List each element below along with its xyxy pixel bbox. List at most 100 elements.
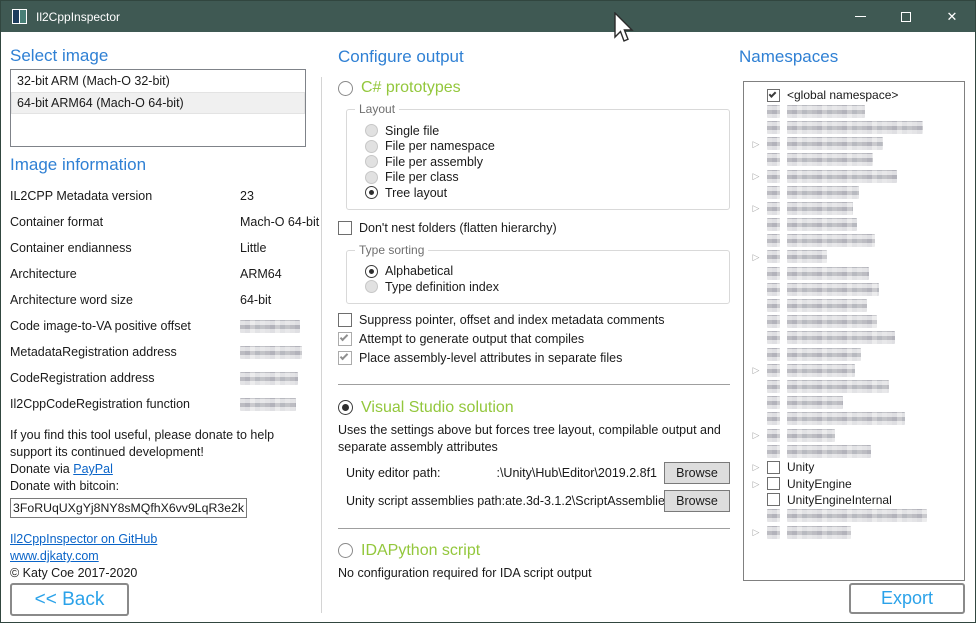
namespace-row-redacted[interactable]: ▷ xyxy=(744,443,964,459)
visual-studio-radio[interactable]: Visual Studio solution xyxy=(338,397,730,419)
redacted-value xyxy=(240,320,300,333)
radio-icon xyxy=(365,265,378,278)
radio-icon xyxy=(365,140,378,153)
copyright-text: © Katy Coe 2017-2020 xyxy=(10,565,306,582)
namespace-row-redacted[interactable]: ▷ xyxy=(744,362,964,378)
namespace-row-redacted[interactable]: ▷ xyxy=(744,265,964,281)
close-icon: ✕ xyxy=(947,9,958,25)
checkbox-icon xyxy=(767,461,780,474)
namespace-row-redacted[interactable]: ▷ xyxy=(744,119,964,135)
expander-icon[interactable]: ▷ xyxy=(750,526,762,538)
unity-script-browse-button[interactable]: Browse xyxy=(664,490,730,512)
radio-option[interactable]: Tree layout xyxy=(365,185,719,201)
idapython-radio[interactable]: IDAPython script xyxy=(338,540,730,562)
expander-icon[interactable]: ▷ xyxy=(750,138,762,150)
namespace-row-redacted[interactable]: ▷ xyxy=(744,217,964,233)
redacted-checkbox xyxy=(767,186,780,199)
namespace-row-redacted[interactable]: ▷ xyxy=(744,346,964,362)
paypal-link[interactable]: PayPal xyxy=(73,462,113,476)
namespace-row-redacted[interactable]: ▷ xyxy=(744,524,964,540)
visual-studio-label: Visual Studio solution xyxy=(361,399,514,417)
namespace-row-redacted[interactable]: ▷ xyxy=(744,233,964,249)
donate-via-line: Donate via PayPal xyxy=(10,461,306,478)
redacted-namespace-label xyxy=(787,348,861,361)
namespace-row[interactable]: ▷UnityEngineInternal xyxy=(744,492,964,508)
unity-editor-browse-button[interactable]: Browse xyxy=(664,462,730,484)
namespace-row-redacted[interactable]: ▷ xyxy=(744,249,964,265)
radio-option-label: File per class xyxy=(385,170,459,184)
output-option-checkbox[interactable]: Attempt to generate output that compiles xyxy=(338,330,730,349)
radio-icon xyxy=(365,280,378,293)
namespace-row-redacted[interactable]: ▷ xyxy=(744,103,964,119)
info-row-label: IL2CPP Metadata version xyxy=(10,190,240,203)
expander-icon[interactable]: ▷ xyxy=(750,429,762,441)
image-listbox[interactable]: 32-bit ARM (Mach-O 32-bit)64-bit ARM64 (… xyxy=(10,69,306,147)
expander-icon[interactable]: ▷ xyxy=(750,170,762,182)
info-row-label: Il2CppCodeRegistration function xyxy=(10,398,240,411)
minimize-button[interactable] xyxy=(837,1,883,32)
checkbox-icon xyxy=(338,332,352,346)
namespace-row[interactable]: ▷UnityEngine xyxy=(744,476,964,492)
radio-option[interactable]: Alphabetical xyxy=(365,264,719,280)
close-button[interactable]: ✕ xyxy=(929,1,975,32)
namespace-row-redacted[interactable]: ▷ xyxy=(744,136,964,152)
info-row-label: Container endianness xyxy=(10,242,240,255)
image-list-item[interactable]: 64-bit ARM64 (Mach-O 64-bit) xyxy=(11,92,305,114)
type-sorting-groupbox: Type sorting AlphabeticalType definition… xyxy=(346,250,730,304)
namespaces-listbox[interactable]: ▷<global namespace>▷▷▷▷▷▷▷▷▷▷▷▷▷▷▷▷▷▷▷▷▷… xyxy=(743,81,965,581)
redacted-checkbox xyxy=(767,250,780,263)
namespace-row-redacted[interactable]: ▷ xyxy=(744,411,964,427)
github-link[interactable]: Il2CppInspector on GitHub xyxy=(10,532,157,546)
redacted-checkbox xyxy=(767,170,780,183)
expander-icon[interactable]: ▷ xyxy=(750,478,762,490)
radio-option[interactable]: Type definition index xyxy=(365,279,719,295)
namespace-row-redacted[interactable]: ▷ xyxy=(744,395,964,411)
redacted-value xyxy=(240,398,296,411)
namespace-row-redacted[interactable]: ▷ xyxy=(744,297,964,313)
info-row-label: Architecture word size xyxy=(10,294,240,307)
bitcoin-address-input[interactable] xyxy=(10,498,247,518)
redacted-namespace-label xyxy=(787,137,883,150)
info-row-label: Code image-to-VA positive offset xyxy=(10,320,240,333)
namespace-row-redacted[interactable]: ▷ xyxy=(744,184,964,200)
namespace-row-redacted[interactable]: ▷ xyxy=(744,200,964,216)
namespace-row-redacted[interactable]: ▷ xyxy=(744,152,964,168)
namespace-row-redacted[interactable]: ▷ xyxy=(744,314,964,330)
unity-script-path-value[interactable]: ate.3d-3.1.2\ScriptAssemblies xyxy=(505,494,664,508)
back-button[interactable]: << Back xyxy=(10,583,129,616)
namespace-row-redacted[interactable]: ▷ xyxy=(744,378,964,394)
output-option-checkbox[interactable]: Suppress pointer, offset and index metad… xyxy=(338,311,730,330)
namespace-row-redacted[interactable]: ▷ xyxy=(744,427,964,443)
radio-option[interactable]: Single file xyxy=(365,123,719,139)
redacted-namespace-label xyxy=(787,202,853,215)
maximize-button[interactable] xyxy=(883,1,929,32)
flatten-hierarchy-checkbox[interactable]: Don't nest folders (flatten hierarchy) xyxy=(338,219,730,237)
checkbox-icon xyxy=(338,313,352,327)
unity-editor-path-value[interactable]: :\Unity\Hub\Editor\2019.2.8f1 xyxy=(441,466,665,480)
website-link[interactable]: www.djkaty.com xyxy=(10,549,99,563)
output-option-checkbox[interactable]: Place assembly-level attributes in separ… xyxy=(338,349,730,368)
namespace-row-redacted[interactable]: ▷ xyxy=(744,281,964,297)
radio-option-label: File per namespace xyxy=(385,139,495,153)
image-info-table: IL2CPP Metadata version23Container forma… xyxy=(10,190,306,411)
export-button[interactable]: Export xyxy=(849,583,965,614)
radio-option[interactable]: File per assembly xyxy=(365,154,719,170)
image-list-item[interactable]: 32-bit ARM (Mach-O 32-bit) xyxy=(11,70,305,92)
expander-icon[interactable]: ▷ xyxy=(750,461,762,473)
radio-option[interactable]: File per namespace xyxy=(365,139,719,155)
namespace-row-redacted[interactable]: ▷ xyxy=(744,330,964,346)
namespace-row-redacted[interactable]: ▷ xyxy=(744,508,964,524)
section-separator xyxy=(338,384,730,385)
namespace-row[interactable]: ▷Unity xyxy=(744,459,964,475)
radio-option[interactable]: File per class xyxy=(365,170,719,186)
csharp-prototypes-radio[interactable]: C# prototypes xyxy=(338,77,730,99)
expander-icon[interactable]: ▷ xyxy=(750,251,762,263)
namespace-row[interactable]: ▷<global namespace> xyxy=(744,87,964,103)
redacted-checkbox xyxy=(767,299,780,312)
radio-icon xyxy=(338,400,353,415)
redacted-namespace-label xyxy=(787,380,889,393)
expander-icon[interactable]: ▷ xyxy=(750,364,762,376)
expander-icon[interactable]: ▷ xyxy=(750,202,762,214)
namespace-row-redacted[interactable]: ▷ xyxy=(744,168,964,184)
redacted-checkbox xyxy=(767,412,780,425)
